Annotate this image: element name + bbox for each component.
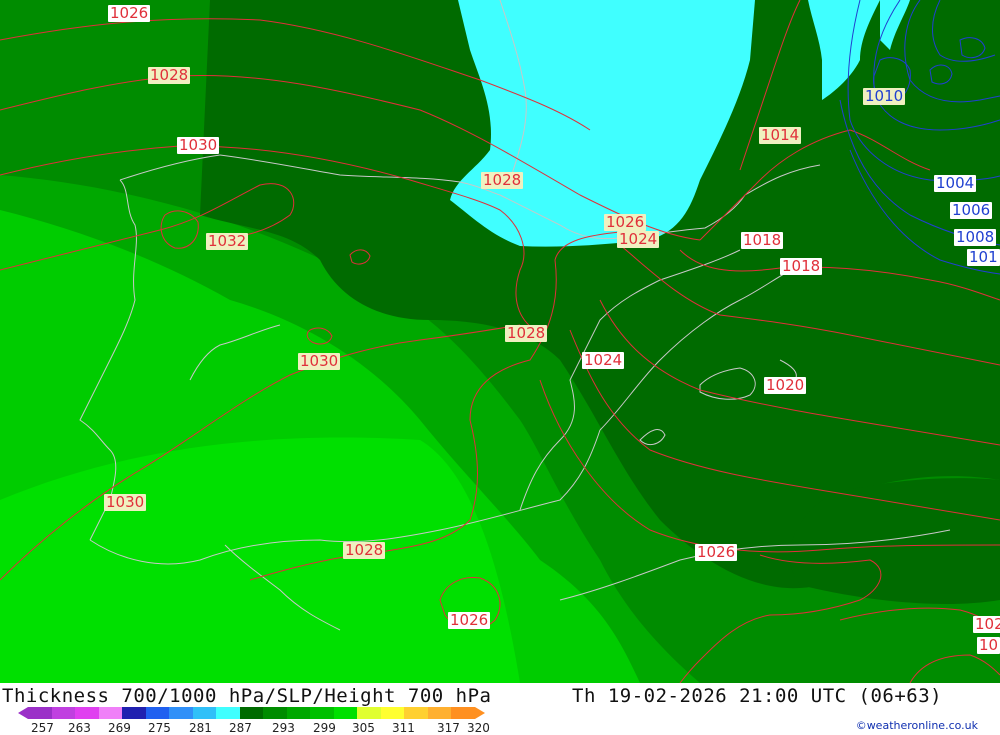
- thickness-zone-vivid: [0, 437, 520, 683]
- pressure-label: 1018: [741, 231, 784, 249]
- pressure-label: 1030: [177, 136, 220, 154]
- legend-swatch: [216, 707, 240, 719]
- pressure-label: 1028: [343, 541, 386, 559]
- pressure-label: 1004: [934, 174, 977, 192]
- pressure-label: 1026: [448, 611, 491, 629]
- pressure-label: 1014: [759, 126, 802, 144]
- legend-swatch: [380, 707, 405, 719]
- legend-swatch: [451, 707, 475, 719]
- legend-swatch: [427, 707, 452, 719]
- map-canvas: [0, 0, 1000, 683]
- pressure-label: 1024: [582, 351, 625, 369]
- pressure-label: 1030: [298, 352, 341, 370]
- weather-map: [0, 0, 1000, 683]
- legend-right-arrow: [474, 707, 485, 719]
- legend-swatch: [98, 707, 123, 719]
- pressure-label: 1028: [148, 66, 191, 84]
- legend-swatch: [192, 707, 217, 719]
- legend-swatch: [286, 707, 311, 719]
- pressure-label: 1026: [108, 4, 151, 22]
- pressure-label: 1006: [950, 201, 993, 219]
- legend-swatch: [404, 707, 428, 719]
- pressure-label: 1026: [604, 213, 647, 231]
- legend-swatch: [357, 707, 381, 719]
- pressure-label: 1032: [206, 232, 249, 250]
- legend-swatch: [145, 707, 170, 719]
- pressure-label: 102: [973, 616, 1000, 633]
- map-datetime: Th 19-02-2026 21:00 UTC (06+63): [572, 685, 943, 707]
- legend-swatch: [122, 707, 146, 719]
- map-footer: Thickness 700/1000 hPa/SLP/Height 700 hP…: [0, 683, 1000, 735]
- pressure-label: 1030: [104, 493, 147, 511]
- pressure-label: 1028: [481, 171, 524, 189]
- pressure-label: 1020: [764, 376, 807, 394]
- legend-swatch: [239, 707, 264, 719]
- pressure-label: 1028: [505, 324, 548, 342]
- pressure-label: 101: [967, 248, 1000, 266]
- legend-swatch: [263, 707, 287, 719]
- legend-swatch: [310, 707, 334, 719]
- pressure-label: 1008: [954, 228, 997, 246]
- pressure-label: 1026: [695, 543, 738, 561]
- legend-swatch: [51, 707, 76, 719]
- legend-swatch: [75, 707, 99, 719]
- legend-left-arrow: [18, 707, 28, 719]
- pressure-label: 10: [977, 636, 1000, 654]
- pressure-label: 1018: [780, 257, 823, 275]
- legend-swatch: [28, 707, 52, 719]
- credit-text: ©weatheronline.co.uk: [855, 719, 978, 732]
- pressure-label: 1024: [617, 230, 660, 248]
- legend-swatch: [169, 707, 193, 719]
- pressure-label: 1010: [863, 87, 906, 105]
- legend-swatch: [333, 707, 358, 719]
- map-title: Thickness 700/1000 hPa/SLP/Height 700 hP…: [2, 685, 492, 707]
